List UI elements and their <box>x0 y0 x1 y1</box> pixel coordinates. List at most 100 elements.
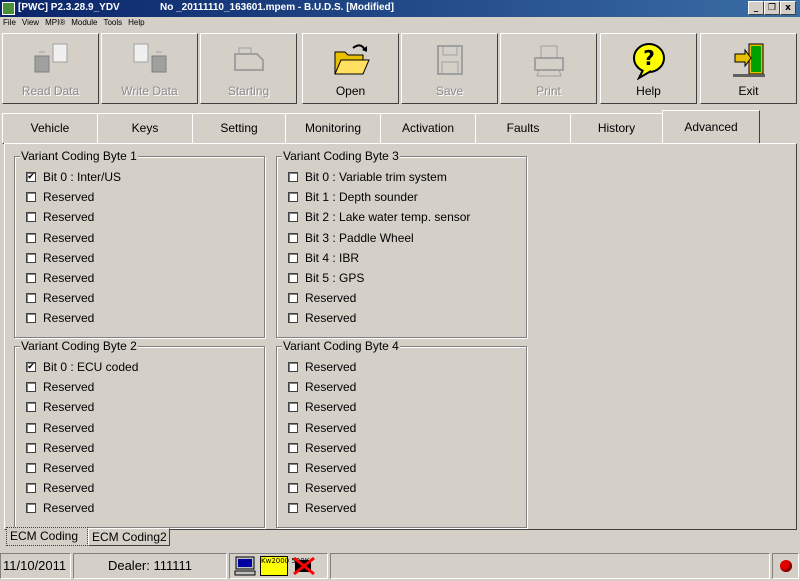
checkbox[interactable] <box>288 313 298 324</box>
checkbox[interactable] <box>288 293 298 304</box>
coding-bit-item[interactable]: Reserved <box>26 230 94 246</box>
group-title: Variant Coding Byte 4 <box>282 339 400 353</box>
write-data-button[interactable]: Write Data <box>101 33 198 104</box>
print-button[interactable]: Print <box>500 33 597 104</box>
coding-bit-item[interactable]: Reserved <box>26 250 94 266</box>
coding-bit-item[interactable]: Reserved <box>288 290 356 306</box>
checkbox[interactable] <box>26 293 36 304</box>
checkbox[interactable] <box>26 402 36 413</box>
checkbox[interactable] <box>288 232 298 243</box>
checkbox[interactable] <box>26 273 36 283</box>
menu-file[interactable]: File <box>0 17 19 30</box>
checkbox[interactable] <box>288 422 298 433</box>
coding-bit-label: Bit 3 : Paddle Wheel <box>305 230 414 245</box>
coding-bit-item[interactable]: Reserved <box>288 359 356 375</box>
checkbox-checked[interactable]: ✔ <box>26 172 36 182</box>
coding-bit-item[interactable]: Reserved <box>26 440 94 456</box>
coding-bit-item[interactable]: Reserved <box>288 500 356 516</box>
open-button[interactable]: Open <box>302 33 399 104</box>
checkbox[interactable] <box>288 483 298 494</box>
coding-bit-item[interactable]: Reserved <box>26 310 94 326</box>
checkbox[interactable] <box>26 483 36 494</box>
checkbox[interactable] <box>288 442 298 453</box>
checkbox[interactable] <box>26 442 36 453</box>
coding-bit-item[interactable]: Reserved <box>26 480 94 496</box>
checkbox[interactable] <box>26 422 36 433</box>
coding-bit-item[interactable]: Reserved <box>288 399 356 415</box>
coding-bit-item[interactable]: Bit 2 : Lake water temp. sensor <box>288 209 470 225</box>
minimize-button[interactable]: _ <box>748 1 764 15</box>
checkbox[interactable] <box>288 212 298 223</box>
checkbox[interactable] <box>288 172 298 182</box>
coding-bit-item[interactable]: Reserved <box>26 460 94 476</box>
coding-bit-item[interactable]: Reserved <box>288 440 356 456</box>
tab-advanced[interactable]: Advanced <box>662 110 760 144</box>
coding-bit-item[interactable]: Bit 3 : Paddle Wheel <box>288 230 414 246</box>
app-icon[interactable] <box>2 2 15 15</box>
read-data-button[interactable]: Read Data <box>2 33 99 104</box>
menu-view[interactable]: View <box>19 17 42 30</box>
coding-bit-item[interactable]: Bit 1 : Depth sounder <box>288 189 418 205</box>
coding-bit-item[interactable]: Reserved <box>26 420 94 436</box>
coding-bit-item[interactable]: Reserved <box>26 500 94 516</box>
checkbox[interactable] <box>26 252 36 263</box>
help-button[interactable]: ? Help <box>600 33 697 104</box>
restore-button[interactable]: ❐ <box>764 1 780 15</box>
coding-bit-item[interactable]: ✔ Bit 0 : Inter/US <box>26 169 121 185</box>
coding-bit-item[interactable]: Bit 0 : Variable trim system <box>288 169 447 185</box>
checkbox[interactable] <box>288 402 298 413</box>
checkbox[interactable] <box>288 192 298 203</box>
tab-keys[interactable]: Keys <box>97 113 193 144</box>
checkbox[interactable] <box>288 463 298 473</box>
menu-module[interactable]: Module <box>68 17 100 30</box>
coding-bit-item[interactable]: Reserved <box>288 420 356 436</box>
tab-faults[interactable]: Faults <box>475 113 571 144</box>
coding-bit-item[interactable]: Reserved <box>26 290 94 306</box>
coding-bit-item[interactable]: Reserved <box>288 460 356 476</box>
tab-activation[interactable]: Activation <box>380 113 476 144</box>
checkbox[interactable] <box>26 232 36 243</box>
coding-bit-item[interactable]: Reserved <box>288 480 356 496</box>
menu-help[interactable]: Help <box>125 17 147 30</box>
checkbox[interactable] <box>288 362 298 372</box>
coding-bit-item[interactable]: Reserved <box>26 270 94 286</box>
checkbox-checked[interactable]: ✔ <box>26 362 36 372</box>
coding-bit-item[interactable]: Reserved <box>26 209 94 225</box>
tab-vehicle[interactable]: Vehicle <box>2 113 98 144</box>
exit-button[interactable]: Exit <box>700 33 797 104</box>
checkbox[interactable] <box>26 192 36 203</box>
menu-tools[interactable]: Tools <box>100 17 125 30</box>
checkbox[interactable] <box>288 382 298 393</box>
coding-bit-item[interactable]: Reserved <box>26 189 94 205</box>
coding-bit-item[interactable]: Reserved <box>26 379 94 395</box>
coding-bit-item[interactable]: Reserved <box>26 399 94 415</box>
menu-mpi[interactable]: MPI® <box>42 17 68 30</box>
close-button[interactable]: x <box>780 1 796 15</box>
subtab-ecm-coding2[interactable]: ECM Coding2 <box>88 528 170 546</box>
coding-bit-item[interactable]: Reserved <box>288 310 356 326</box>
checkbox[interactable] <box>26 463 36 473</box>
checkbox[interactable] <box>288 503 298 514</box>
save-button[interactable]: Save <box>401 33 498 104</box>
starting-button[interactable]: Starting <box>200 33 297 104</box>
coding-bit-item[interactable]: Bit 4 : IBR <box>288 250 359 266</box>
subtab-ecm-coding[interactable]: ECM Coding <box>6 527 88 546</box>
checkbox[interactable] <box>26 503 36 514</box>
status-message <box>330 553 770 579</box>
computer-icon <box>234 556 256 576</box>
tab-monitoring[interactable]: Monitoring <box>285 113 381 144</box>
checkbox[interactable] <box>288 273 298 283</box>
coding-bit-item[interactable]: ✔ Bit 0 : ECU coded <box>26 359 138 375</box>
tab-setting[interactable]: Setting <box>192 113 286 144</box>
tab-history[interactable]: History <box>570 113 663 144</box>
coding-bit-item[interactable]: Reserved <box>288 379 356 395</box>
checkbox[interactable] <box>26 313 36 324</box>
exit-door-icon <box>733 43 765 77</box>
checkbox[interactable] <box>288 252 298 263</box>
coding-bit-item[interactable]: Bit 5 : GPS <box>288 270 364 286</box>
write-data-icon <box>133 43 167 73</box>
checkbox[interactable] <box>26 212 36 223</box>
checkbox[interactable] <box>26 382 36 393</box>
coding-bit-label: Reserved <box>43 210 95 225</box>
status-dealer: Dealer: 111111 <box>73 553 227 579</box>
